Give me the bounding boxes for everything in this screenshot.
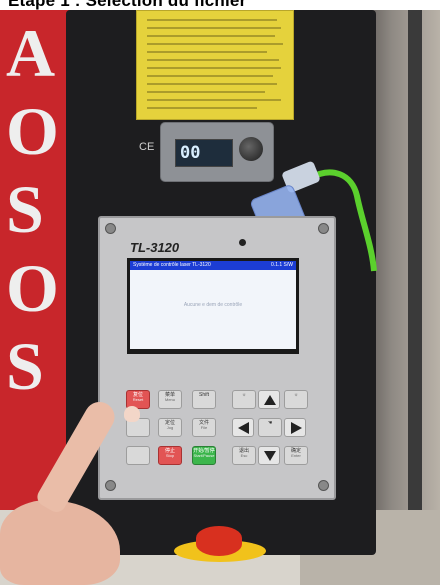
jog-key[interactable]: 定位 Jog xyxy=(158,418,182,437)
down-key[interactable] xyxy=(258,446,280,465)
meter-display: 00 xyxy=(175,139,233,167)
screw xyxy=(318,480,329,491)
shift-key[interactable]: Shift xyxy=(192,390,216,409)
key-sublabel: Enter xyxy=(291,453,301,459)
screw xyxy=(105,480,116,491)
power-knob[interactable] xyxy=(239,137,263,161)
up-key[interactable] xyxy=(258,390,280,409)
key-sublabel: Jog xyxy=(166,425,174,431)
blank-key[interactable] xyxy=(126,446,150,465)
key-sublabel: File xyxy=(200,425,208,431)
lcd-message: Aucune e dem de contrôle xyxy=(183,302,243,308)
speed-key[interactable]: ☼ xyxy=(284,390,308,409)
arrow-left-icon xyxy=(238,422,249,434)
screw xyxy=(105,223,116,234)
start-pause-key[interactable]: 开始/暂停 Start/Pause xyxy=(192,446,216,465)
emergency-stop-button[interactable] xyxy=(196,526,242,556)
arrow-down-icon xyxy=(264,451,276,461)
key-sublabel: Start/Pause xyxy=(193,453,215,459)
title-strip: Etape 1 : Sélection du fichier xyxy=(0,0,440,10)
metal-rail xyxy=(408,10,422,585)
key-label: Shift xyxy=(198,392,209,398)
page-title: Etape 1 : Sélection du fichier xyxy=(8,0,247,10)
file-key[interactable]: 文件 File xyxy=(192,418,216,437)
key-sublabel: Reset xyxy=(132,397,144,403)
laser-key[interactable]: ☼ xyxy=(232,390,256,409)
enter-key[interactable]: 确定 Enter xyxy=(284,446,308,465)
key-label: ☼ xyxy=(241,392,247,398)
screw xyxy=(318,223,329,234)
ir-sensor xyxy=(239,239,246,246)
esc-key[interactable]: 退出 Esc xyxy=(232,446,256,465)
fingernail xyxy=(124,406,140,422)
key-label: ☚ xyxy=(267,420,273,426)
lcd-version: 0.1.1 S/W xyxy=(271,262,293,268)
lcd-header: Système de contrôle laser TL-3120 0.1.1 … xyxy=(130,261,296,270)
menu-key[interactable]: 菜单 Menu xyxy=(158,390,182,409)
arrow-right-icon xyxy=(291,422,302,434)
right-key[interactable] xyxy=(284,418,306,437)
arrow-up-icon xyxy=(264,395,276,405)
ce-mark: CE xyxy=(139,141,155,153)
lcd-title: Système de contrôle laser TL-3120 xyxy=(133,262,211,268)
left-key[interactable] xyxy=(232,418,254,437)
key-sublabel: Stop xyxy=(165,453,175,459)
key-label: ☼ xyxy=(293,392,299,398)
laser-power-meter: CE 00 xyxy=(139,122,274,182)
controller-panel: TL-3120 Système de contrôle laser TL-312… xyxy=(98,216,336,500)
key-sublabel: Esc xyxy=(240,453,248,459)
lcd-screen[interactable]: Système de contrôle laser TL-3120 0.1.1 … xyxy=(127,258,299,354)
meter-readout: 00 xyxy=(180,143,201,163)
controller-model: TL-3120 xyxy=(130,240,180,255)
warning-sticker xyxy=(136,10,294,120)
origin-key[interactable]: ☚ xyxy=(258,418,282,437)
stop-key[interactable]: 停止 Stop xyxy=(158,446,182,465)
key-sublabel: Menu xyxy=(164,397,175,403)
lcd-body: Aucune e dem de contrôle xyxy=(130,270,296,349)
